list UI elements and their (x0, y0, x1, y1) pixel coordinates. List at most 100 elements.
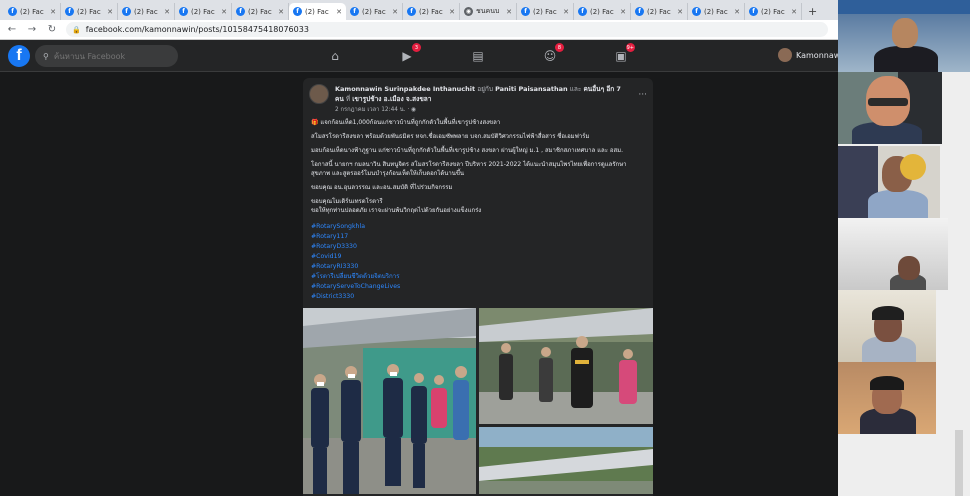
glasses-icon (868, 98, 908, 106)
post-photo-1[interactable] (303, 308, 476, 494)
hashtag-link[interactable]: #Covid19 (311, 252, 400, 262)
browser-tab[interactable]: f (2) Fac ✕ (175, 3, 232, 20)
browser-tab[interactable]: f (2) Fac ✕ (61, 3, 118, 20)
participant-tile-5[interactable] (838, 290, 936, 362)
participant-tile-1[interactable] (838, 0, 970, 72)
search-input[interactable] (53, 51, 164, 61)
close-tab-icon[interactable]: ✕ (563, 8, 569, 16)
browser-tab[interactable]: f (2) Fac ✕ (289, 3, 346, 20)
watch-icon[interactable]: ▶ 3 (398, 43, 421, 65)
hashtag-link[interactable]: #District3330 (311, 292, 400, 302)
browser-tab[interactable]: f (2) Fac ✕ (517, 3, 574, 20)
hashtag-link[interactable]: #RotaryServeToChangeLives (311, 282, 400, 292)
facebook-search[interactable]: ⚲ (35, 45, 178, 67)
address-bar[interactable]: 🔒 facebook.com/kamonnawin/posts/10158475… (66, 22, 828, 37)
participant-face (892, 18, 918, 48)
close-tab-icon[interactable]: ✕ (107, 8, 113, 16)
post-paragraph: ขอบคุณโมเดิร์นเทรดโรตารี ขอให้ทุกท่านปลอ… (311, 198, 482, 214)
marketplace-icon[interactable]: ▤ (469, 47, 487, 65)
facebook-icon: f (8, 7, 17, 16)
screen: { "browser": { "tabs": [ {"title": "(2) … (0, 0, 970, 496)
tab-title: (2) Fac (704, 7, 728, 16)
tab-title: (2) Fac (77, 7, 101, 16)
hashtag-link[interactable]: #RotarySongkhla (311, 222, 400, 232)
forward-icon[interactable]: → (26, 24, 38, 35)
close-tab-icon[interactable]: ✕ (278, 8, 284, 16)
reload-icon[interactable]: ↻ (46, 24, 58, 35)
close-tab-icon[interactable]: ✕ (336, 8, 342, 16)
tab-title: (2) Fac (419, 7, 443, 16)
facebook-icon: f (635, 7, 644, 16)
post-paragraph: โอกาสนี้ นายกฯ กมลนาวิน สินทนูจิตร สโมสร… (311, 161, 627, 177)
facebook-icon: f (521, 7, 530, 16)
tab-list: f (2) Fac ✕ f (2) Fac ✕ f (2) Fac ✕ f (2) Fac ✕ f (2)… (4, 3, 802, 20)
tab-title: (2) Fac (590, 7, 614, 16)
participant-hair (870, 376, 904, 390)
browser-tab[interactable]: f (2) Fac ✕ (346, 3, 403, 20)
facebook-icon: f (692, 7, 701, 16)
watch-badge: 3 (412, 43, 421, 52)
facebook-icon: f (122, 7, 131, 16)
profile-button[interactable]: Kamonnawi (778, 48, 843, 62)
profile-name: Kamonnawi (796, 50, 843, 60)
tab-title: ชนคนบ (476, 7, 500, 15)
close-tab-icon[interactable]: ✕ (677, 8, 683, 16)
more-options-icon[interactable]: ··· (638, 90, 647, 100)
close-tab-icon[interactable]: ✕ (392, 8, 398, 16)
participant-tile-2[interactable] (838, 72, 942, 144)
post-photo-2[interactable] (479, 308, 653, 424)
close-tab-icon[interactable]: ✕ (506, 8, 512, 16)
close-tab-icon[interactable]: ✕ (221, 8, 227, 16)
hashtag-link[interactable]: #โรตารีเปลี่ยนชีวิตด้วยจิตบริการ (311, 272, 400, 282)
scrollbar[interactable] (955, 430, 963, 496)
close-tab-icon[interactable]: ✕ (164, 8, 170, 16)
browser-tab[interactable]: f (2) Fac ✕ (118, 3, 175, 20)
browser-tab[interactable]: f (2) Fac ✕ (232, 3, 289, 20)
at-text: ที่ (345, 95, 351, 103)
post-paragraph: 🎁 แจกก้อนเห็ด1,000ก้อนแก่ชาวบ้านที่ถูกกั… (311, 119, 501, 126)
hashtag-link[interactable]: #Rotary117 (311, 232, 400, 242)
browser-tab[interactable]: f (2) Fac ✕ (4, 3, 61, 20)
tab-title: (2) Fac (305, 7, 329, 16)
tab-title: (2) Fac (20, 7, 44, 16)
browser-tab[interactable]: ◉ ชนคนบ ✕ (460, 3, 517, 20)
close-tab-icon[interactable]: ✕ (734, 8, 740, 16)
hashtag-list: #RotarySongkhla #Rotary117 #RotaryD3330 #Co… (311, 222, 400, 302)
tab-title: (2) Fac (533, 7, 557, 16)
hashtag-link[interactable]: #RotaryD3330 (311, 242, 400, 252)
browser-tab[interactable]: f (2) Fac ✕ (688, 3, 745, 20)
groups-icon[interactable]: ☺ 8 (541, 43, 564, 65)
participant-tile-4[interactable] (838, 218, 948, 290)
gaming-icon[interactable]: ▣ 9+ (612, 43, 635, 65)
facebook-logo-icon[interactable]: f (8, 45, 30, 67)
groups-badge: 8 (555, 43, 564, 52)
browser-tab[interactable]: f (2) Fac ✕ (403, 3, 460, 20)
close-tab-icon[interactable]: ✕ (449, 8, 455, 16)
participant-tile-3[interactable] (838, 146, 940, 218)
author-name[interactable]: Kamonnawin Surinpakdee Inthanuchit (335, 85, 475, 93)
author-avatar[interactable] (309, 84, 329, 104)
facebook-icon: f (293, 7, 302, 16)
facebook-icon: f (350, 7, 359, 16)
browser-tab[interactable]: f (2) Fac ✕ (631, 3, 688, 20)
close-tab-icon[interactable]: ✕ (620, 8, 626, 16)
avatar (778, 48, 792, 62)
browser-tab[interactable]: f (2) Fac ✕ (574, 3, 631, 20)
home-icon[interactable]: ⌂ (326, 47, 344, 65)
tab-title: (2) Fac (761, 7, 785, 16)
tagged-name[interactable]: Paniti Paisansathan (495, 85, 568, 93)
post-meta: 2 กรกฎาคม เวลา 12:44 น. · ◉ (335, 104, 416, 114)
close-tab-icon[interactable]: ✕ (791, 8, 797, 16)
post-timestamp[interactable]: 2 กรกฎาคม เวลา 12:44 น. · (335, 107, 411, 113)
globe-icon: ◉ (464, 7, 473, 16)
post-photo-3[interactable] (479, 427, 653, 494)
location-link[interactable]: เขารูปช้าง อ.เมือง จ.สงขลา (352, 95, 431, 103)
hashtag-link[interactable]: #RotaryRI3330 (311, 262, 400, 272)
back-icon[interactable]: ← (6, 24, 18, 35)
browser-tab[interactable]: f (2) Fac ✕ (745, 3, 802, 20)
facebook-icon: f (578, 7, 587, 16)
participant-tile-6[interactable] (838, 362, 936, 434)
close-tab-icon[interactable]: ✕ (50, 8, 56, 16)
new-tab-button[interactable]: + (802, 3, 823, 20)
participant-body (868, 190, 928, 218)
